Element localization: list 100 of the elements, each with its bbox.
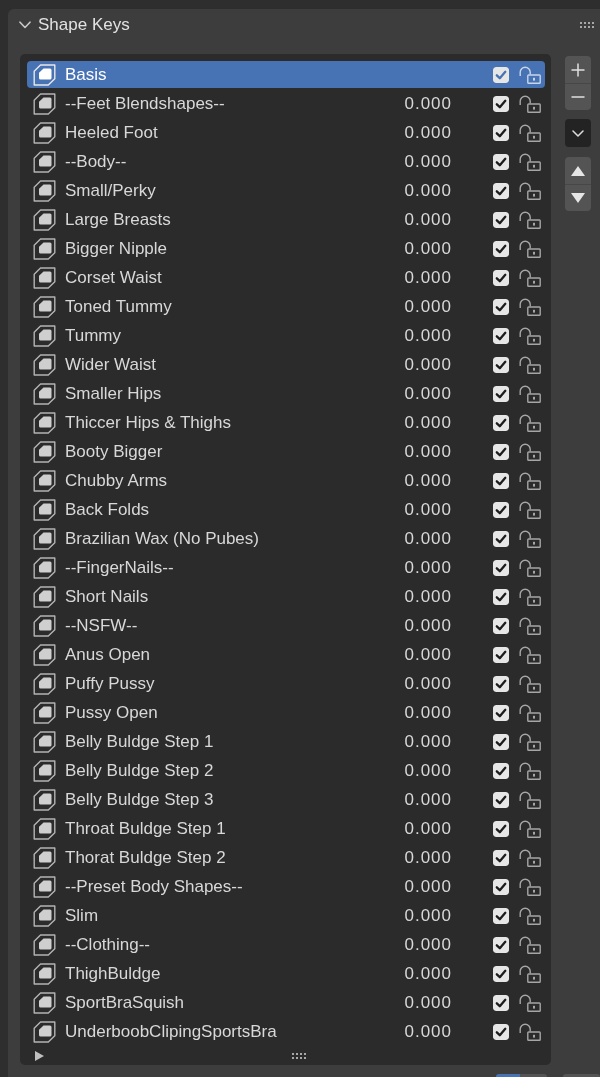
checkbox[interactable] — [493, 791, 509, 808]
value-field[interactable]: 0.000 — [404, 238, 452, 259]
checkbox[interactable] — [493, 965, 509, 982]
shape-key-row[interactable]: Slim 0.000 — [27, 902, 545, 929]
value-field[interactable]: 0.000 — [404, 992, 452, 1013]
shape-key-row[interactable]: UnderboobClipingSportsBra 0.000 — [27, 1018, 545, 1045]
value-field[interactable]: 0.000 — [404, 847, 452, 868]
value-field[interactable]: 0.000 — [404, 383, 452, 404]
remove-button[interactable] — [565, 83, 591, 110]
open-padlock-icon[interactable] — [519, 674, 541, 693]
checkbox[interactable] — [493, 182, 509, 199]
shape-key-row[interactable]: Booty Bigger 0.000 — [27, 438, 545, 465]
open-padlock-icon[interactable] — [519, 297, 541, 316]
shape-key-row[interactable]: --Body-- 0.000 — [27, 148, 545, 175]
open-padlock-icon[interactable] — [519, 471, 541, 490]
value-field[interactable]: 0.000 — [404, 267, 452, 288]
move-up-button[interactable] — [565, 157, 591, 184]
open-padlock-icon[interactable] — [519, 616, 541, 635]
value-field[interactable]: 0.000 — [404, 325, 452, 346]
shape-key-row[interactable]: Smaller Hips 0.000 — [27, 380, 545, 407]
value-field[interactable]: 0.000 — [404, 151, 452, 172]
checkbox[interactable] — [493, 385, 509, 402]
shape-key-row[interactable]: Heeled Foot 0.000 — [27, 119, 545, 146]
value-field[interactable]: 0.000 — [404, 789, 452, 810]
value-field[interactable]: 0.000 — [404, 818, 452, 839]
open-padlock-icon[interactable] — [519, 935, 541, 954]
checkbox[interactable] — [493, 849, 509, 866]
checkbox[interactable] — [493, 617, 509, 634]
open-padlock-icon[interactable] — [519, 413, 541, 432]
shape-key-row[interactable]: Chubby Arms 0.000 — [27, 467, 545, 494]
open-padlock-icon[interactable] — [519, 645, 541, 664]
value-field[interactable]: 0.000 — [404, 209, 452, 230]
open-padlock-icon[interactable] — [519, 906, 541, 925]
value-field[interactable]: 0.000 — [404, 470, 452, 491]
menu-button[interactable] — [565, 119, 591, 147]
checkbox[interactable] — [493, 559, 509, 576]
checkbox[interactable] — [493, 733, 509, 750]
value-field[interactable]: 0.000 — [404, 673, 452, 694]
open-padlock-icon[interactable] — [519, 326, 541, 345]
checkbox[interactable] — [493, 472, 509, 489]
shape-key-row[interactable]: Throat Buldge Step 1 0.000 — [27, 815, 545, 842]
open-padlock-icon[interactable] — [519, 355, 541, 374]
shape-key-row[interactable]: Pussy Open 0.000 — [27, 699, 545, 726]
checkbox[interactable] — [493, 994, 509, 1011]
open-padlock-icon[interactable] — [519, 239, 541, 258]
open-padlock-icon[interactable] — [519, 442, 541, 461]
open-padlock-icon[interactable] — [519, 152, 541, 171]
checkbox[interactable] — [493, 66, 509, 83]
open-padlock-icon[interactable] — [519, 558, 541, 577]
open-padlock-icon[interactable] — [519, 65, 541, 84]
value-field[interactable]: 0.000 — [404, 963, 452, 984]
value-field[interactable]: 0.000 — [404, 354, 452, 375]
checkbox[interactable] — [493, 704, 509, 721]
shape-key-row[interactable]: --NSFW-- 0.000 — [27, 612, 545, 639]
value-field[interactable]: 0.000 — [404, 934, 452, 955]
checkbox[interactable] — [493, 907, 509, 924]
checkbox[interactable] — [493, 153, 509, 170]
open-padlock-icon[interactable] — [519, 123, 541, 142]
open-padlock-icon[interactable] — [519, 877, 541, 896]
open-padlock-icon[interactable] — [519, 703, 541, 722]
shape-key-row[interactable]: --Feet Blendshapes-- 0.000 — [27, 90, 545, 117]
open-padlock-icon[interactable] — [519, 181, 541, 200]
move-down-button[interactable] — [565, 184, 591, 211]
open-padlock-icon[interactable] — [519, 384, 541, 403]
shape-key-row[interactable]: Thorat Buldge Step 2 0.000 — [27, 844, 545, 871]
shape-key-row[interactable]: Corset Waist 0.000 — [27, 264, 545, 291]
open-padlock-icon[interactable] — [519, 268, 541, 287]
add-button[interactable] — [565, 56, 591, 83]
checkbox[interactable] — [493, 414, 509, 431]
open-padlock-icon[interactable] — [519, 819, 541, 838]
open-padlock-icon[interactable] — [519, 761, 541, 780]
chevron-down-icon[interactable] — [19, 20, 31, 29]
checkbox[interactable] — [493, 327, 509, 344]
checkbox[interactable] — [493, 211, 509, 228]
value-field[interactable]: 0.000 — [404, 296, 452, 317]
value-field[interactable]: 0.000 — [404, 441, 452, 462]
shape-key-row[interactable]: Anus Open 0.000 — [27, 641, 545, 668]
toggle-button[interactable] — [496, 1074, 521, 1077]
checkbox[interactable] — [493, 878, 509, 895]
checkbox[interactable] — [493, 646, 509, 663]
value-field[interactable]: 0.000 — [404, 586, 452, 607]
value-field[interactable]: 0.000 — [404, 644, 452, 665]
open-padlock-icon[interactable] — [519, 732, 541, 751]
shape-key-row[interactable]: --FingerNails-- 0.000 — [27, 554, 545, 581]
shape-key-row[interactable]: Basis — [27, 61, 545, 88]
open-padlock-icon[interactable] — [519, 993, 541, 1012]
checkbox[interactable] — [493, 443, 509, 460]
shape-key-row[interactable]: SportBraSquish 0.000 — [27, 989, 545, 1016]
grip-dots-icon[interactable] — [292, 1053, 306, 1059]
value-field[interactable]: 0.000 — [404, 557, 452, 578]
shape-key-row[interactable]: Brazilian Wax (No Pubes) 0.000 — [27, 525, 545, 552]
shape-key-row[interactable]: Small/Perky 0.000 — [27, 177, 545, 204]
shape-key-row[interactable]: Belly Buldge Step 1 0.000 — [27, 728, 545, 755]
open-padlock-icon[interactable] — [519, 210, 541, 229]
shape-key-row[interactable]: Puffy Pussy 0.000 — [27, 670, 545, 697]
shape-key-row[interactable]: Thiccer Hips & Thighs 0.000 — [27, 409, 545, 436]
open-padlock-icon[interactable] — [519, 848, 541, 867]
value-field[interactable]: 0.000 — [404, 122, 452, 143]
shape-key-row[interactable]: ThighBuldge 0.000 — [27, 960, 545, 987]
open-padlock-icon[interactable] — [519, 587, 541, 606]
